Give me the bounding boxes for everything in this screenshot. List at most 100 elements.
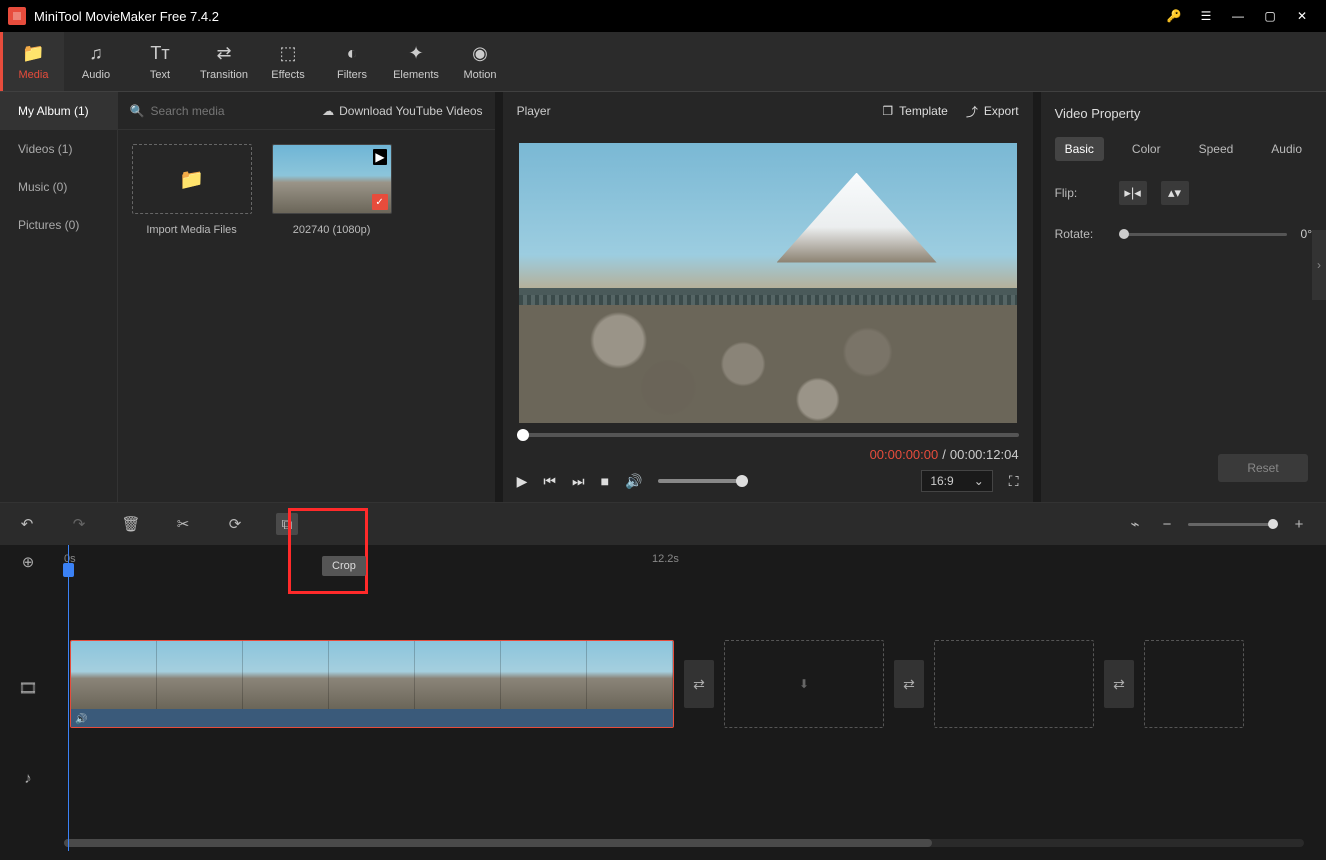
ribbon-motion[interactable]: ◉Motion [448, 32, 512, 91]
export-label: Export [984, 104, 1019, 118]
minimize-button[interactable]: — [1222, 0, 1254, 32]
time-current: 00:00:00:00 [870, 447, 939, 462]
tracks-area[interactable]: 0s 12.2s 🔊 ⇄ ⬇ ⇄ ⇄ [56, 545, 1326, 851]
close-button[interactable]: ✕ [1286, 0, 1318, 32]
media-clip-card[interactable]: ▶ ✓ 202740 (1080p) [272, 144, 392, 236]
ribbon-transition[interactable]: ⇄Transition [192, 32, 256, 91]
zoom-in-button[interactable]: + [1288, 513, 1310, 535]
export-button[interactable]: ⤴ Export [966, 103, 1019, 120]
clip-placeholder[interactable] [1144, 640, 1244, 728]
ribbon-label: Filters [337, 69, 367, 81]
ratio-value: 16:9 [930, 474, 953, 488]
ribbon-elements[interactable]: ✦Elements [384, 32, 448, 91]
playhead[interactable] [68, 545, 69, 851]
timeline: ↶ ↷ 🗑 ✂ ⟳ ⧉ ⌁ − + ⊕ 🎞 ♪ 0s 12.2s [0, 502, 1326, 850]
properties-panel: Video Property Basic Color Speed Audio F… [1041, 92, 1326, 502]
sidebar-item-videos[interactable]: Videos (1) [0, 130, 117, 168]
sidebar-item-music[interactable]: Music (0) [0, 168, 117, 206]
preview-image [519, 143, 1017, 423]
effects-icon: ⬚ [279, 43, 296, 64]
transition-slot[interactable]: ⇄ [1104, 660, 1134, 708]
transition-slot[interactable]: ⇄ [684, 660, 714, 708]
key-icon[interactable]: 🔑 [1158, 0, 1190, 32]
folder-icon: 📁 [22, 43, 44, 64]
timeline-toolbar: ↶ ↷ 🗑 ✂ ⟳ ⧉ ⌁ − + [0, 503, 1326, 545]
ribbon-effects[interactable]: ⬚ Effects [256, 32, 320, 91]
crop-tooltip: Crop [322, 556, 366, 576]
reset-button[interactable]: Reset [1218, 454, 1308, 482]
sidebar-item-pictures[interactable]: Pictures (0) [0, 206, 117, 244]
search-input-wrap: 🔍 [130, 104, 313, 118]
speed-button[interactable]: ⟳ [224, 513, 246, 535]
prev-frame-button[interactable]: ⏮ [543, 473, 556, 490]
redo-button[interactable]: ↷ [68, 513, 90, 535]
download-label: Download YouTube Videos [339, 104, 482, 118]
split-button[interactable]: ✂ [172, 513, 194, 535]
ruler[interactable]: 0s 12.2s [56, 545, 1326, 579]
tab-basic[interactable]: Basic [1055, 137, 1104, 161]
preview-area [503, 130, 1033, 423]
seek-slider[interactable] [517, 433, 1019, 437]
stop-button[interactable]: ■ [601, 473, 609, 489]
volume-icon[interactable]: 🔊 [625, 473, 642, 490]
video-clip[interactable]: 🔊 [70, 640, 674, 728]
sidebar-item-myalbum[interactable]: My Album (1) [0, 92, 117, 130]
flip-horizontal-button[interactable]: ▸|◂ [1119, 181, 1147, 205]
motion-icon: ◉ [472, 43, 488, 64]
maximize-button[interactable]: ▢ [1254, 0, 1286, 32]
ribbon-label: Effects [271, 69, 304, 81]
filters-icon: ◐ [347, 43, 358, 64]
folder-icon: 📁 [179, 167, 204, 192]
audio-track-icon: ♪ [0, 733, 56, 823]
crop-button[interactable]: ⧉ [276, 513, 298, 535]
flip-label: Flip: [1055, 186, 1105, 200]
properties-title: Video Property [1055, 106, 1312, 121]
flip-vertical-button[interactable]: ▴▾ [1161, 181, 1189, 205]
time-duration: 00:00:12:04 [950, 447, 1019, 462]
add-track-button[interactable]: ⊕ [0, 545, 56, 579]
zoom-out-button[interactable]: − [1156, 513, 1178, 535]
elements-icon: ✦ [408, 43, 423, 64]
next-frame-button[interactable]: ⏭ [572, 473, 585, 490]
text-icon: Tᴛ [150, 43, 169, 64]
aspect-ratio-select[interactable]: 16:9 ⌄ [921, 470, 992, 492]
layers-icon: ❐ [882, 104, 893, 118]
horizontal-scrollbar[interactable] [64, 839, 1304, 847]
rotate-slider[interactable] [1119, 233, 1287, 236]
fullscreen-button[interactable]: ⛶ [1009, 473, 1019, 490]
volume-slider[interactable] [658, 479, 748, 483]
media-thumb: ▶ ✓ [272, 144, 392, 214]
undo-button[interactable]: ↶ [16, 513, 38, 535]
tab-color[interactable]: Color [1122, 137, 1171, 161]
snap-icon[interactable]: ⌁ [1124, 513, 1146, 535]
ribbon-media[interactable]: 📁Media [0, 32, 64, 91]
window-title: MiniTool MovieMaker Free 7.4.2 [34, 9, 1158, 24]
play-button[interactable]: ▶ [517, 473, 528, 490]
template-button[interactable]: ❐ Template [882, 104, 947, 118]
sidebar: My Album (1) Videos (1) Music (0) Pictur… [0, 92, 117, 502]
panel-collapse-button[interactable]: › [1312, 230, 1326, 300]
add-media-icon: ⬇ [799, 677, 809, 691]
ribbon-label: Audio [82, 69, 110, 81]
menu-icon[interactable]: ☰ [1190, 0, 1222, 32]
ribbon-text[interactable]: Tᴛ Text [128, 32, 192, 91]
zoom-slider[interactable] [1188, 523, 1278, 526]
chevron-down-icon: ⌄ [974, 474, 984, 488]
check-icon: ✓ [372, 194, 388, 210]
video-track: 🔊 ⇄ ⬇ ⇄ ⇄ [56, 639, 1326, 729]
delete-button[interactable]: 🗑 [120, 513, 142, 535]
download-youtube-link[interactable]: ☁ Download YouTube Videos [322, 104, 482, 118]
tab-audio[interactable]: Audio [1261, 137, 1312, 161]
transition-slot[interactable]: ⇄ [894, 660, 924, 708]
time-divider: / [942, 447, 946, 462]
clip-placeholder[interactable] [934, 640, 1094, 728]
player-title: Player [517, 104, 865, 118]
video-track-icon: 🎞 [0, 643, 56, 733]
tab-speed[interactable]: Speed [1189, 137, 1244, 161]
import-media-card[interactable]: 📁 Import Media Files [132, 144, 252, 236]
ribbon-label: Text [150, 69, 170, 81]
ribbon-audio[interactable]: ♫Audio [64, 32, 128, 91]
ribbon-filters[interactable]: ◐ Filters [320, 32, 384, 91]
search-input[interactable] [151, 104, 313, 118]
clip-placeholder[interactable]: ⬇ [724, 640, 884, 728]
